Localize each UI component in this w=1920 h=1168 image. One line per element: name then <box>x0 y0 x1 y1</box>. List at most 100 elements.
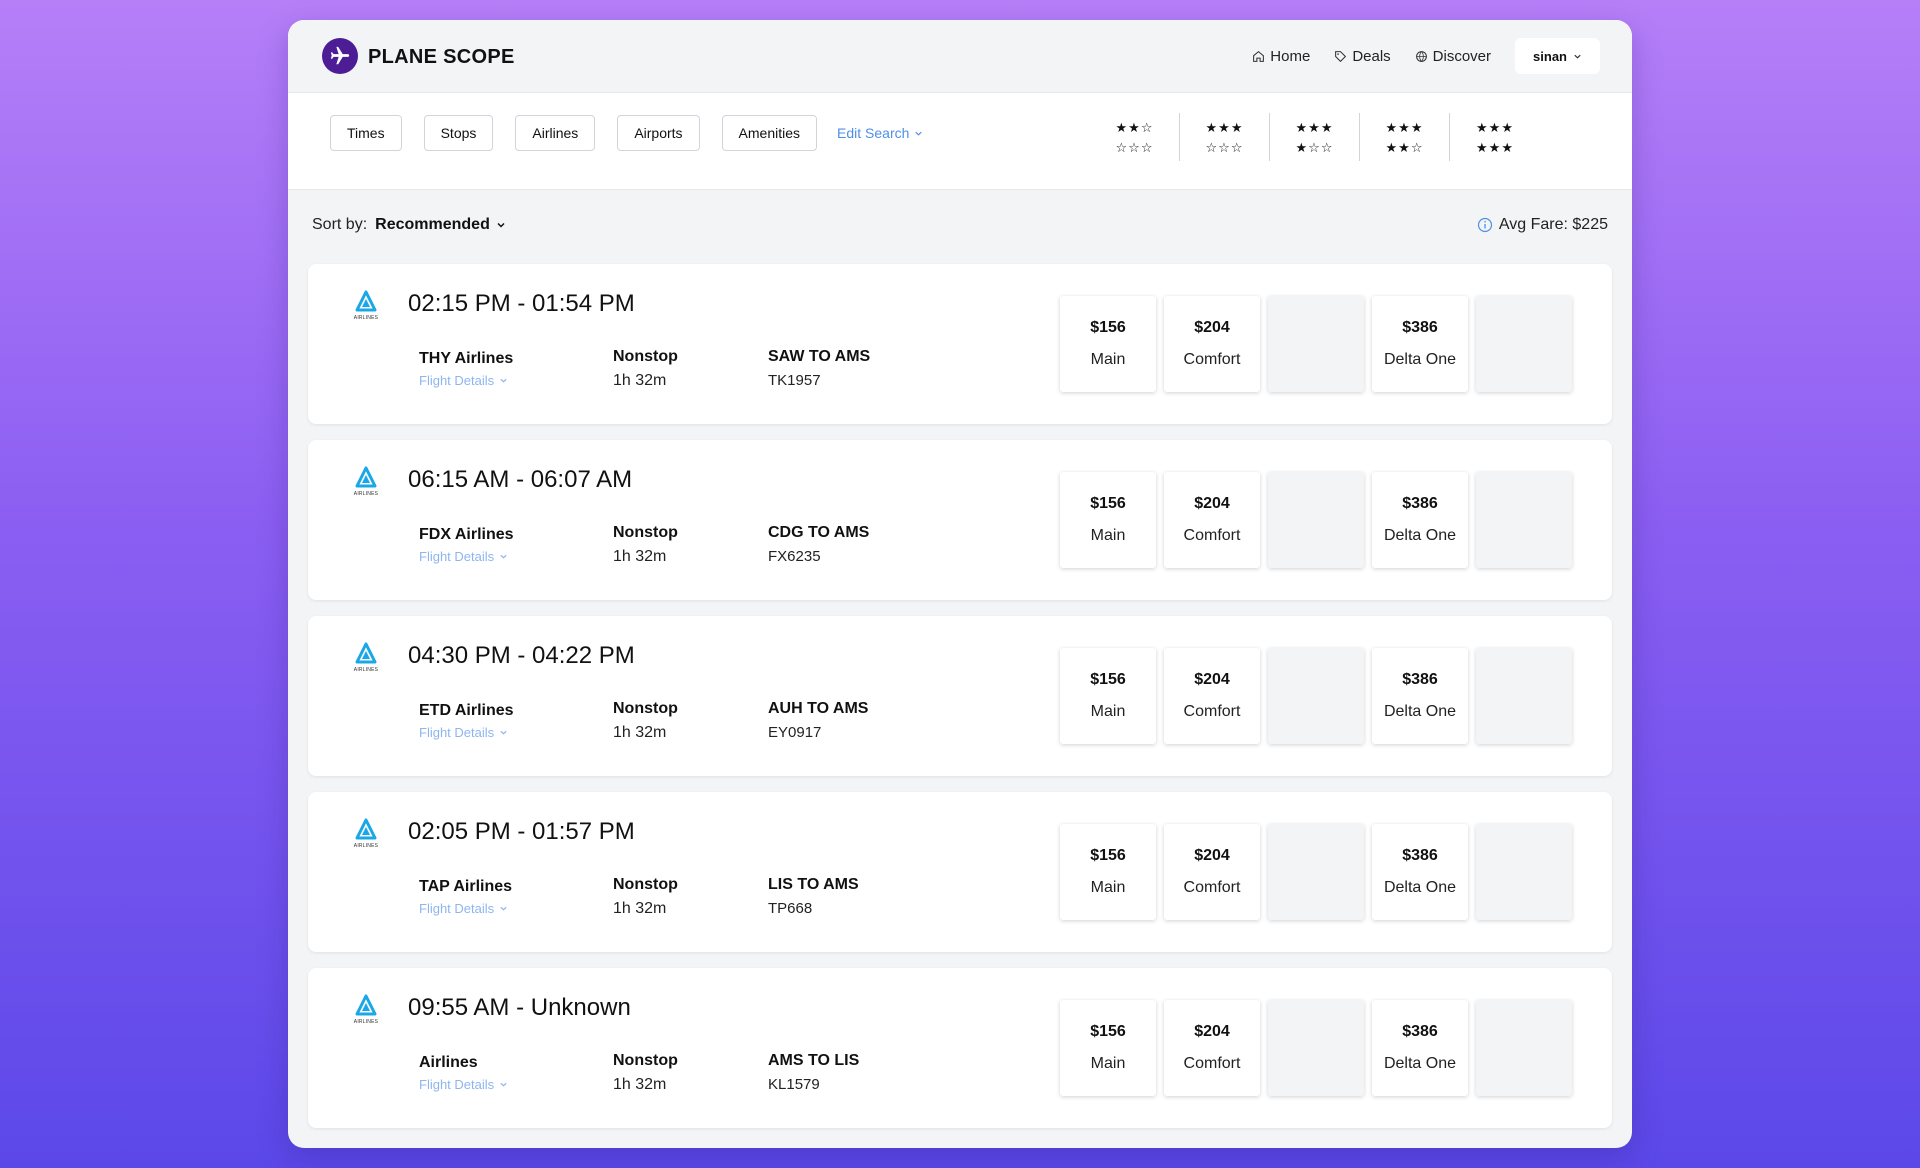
fare-option-empty[interactable] <box>1476 296 1572 392</box>
fare-option[interactable]: $156 Main <box>1060 648 1156 744</box>
flight-time: 04:30 PM - 04:22 PM <box>408 642 635 669</box>
star-rating-option[interactable]: ★★★ ★★☆ <box>1360 113 1450 161</box>
fare-price: $204 <box>1194 847 1230 864</box>
star-rating-option[interactable]: ★★★ ★★★ <box>1450 113 1540 161</box>
flight-details-toggle[interactable]: Flight Details <box>419 901 508 916</box>
chevron-down-icon <box>500 1082 507 1087</box>
fare-option[interactable]: $386 Delta One <box>1372 1000 1468 1096</box>
user-name: sinan <box>1533 48 1567 64</box>
edit-search-label: Edit Search <box>837 125 910 141</box>
airline-logo-text: AIRLINES <box>353 1019 379 1025</box>
fare-option-empty[interactable] <box>1476 648 1572 744</box>
stars-bottom: ☆☆☆ <box>1115 139 1154 155</box>
fare-price: $156 <box>1090 671 1126 688</box>
fare-option-empty[interactable] <box>1476 1000 1572 1096</box>
fare-option[interactable]: $204 Comfort <box>1164 296 1260 392</box>
fare-option-empty[interactable] <box>1268 824 1364 920</box>
fare-option[interactable]: $156 Main <box>1060 1000 1156 1096</box>
avg-fare: Avg Fare: $225 <box>1477 216 1608 234</box>
fare-options: $156 Main $204 Comfort $386 Delta One <box>1060 648 1572 744</box>
star-rating-option[interactable]: ★★★ ☆☆☆ <box>1180 113 1270 161</box>
flight-details-label: Flight Details <box>419 373 495 388</box>
nav-discover[interactable]: Discover <box>1415 48 1491 65</box>
fare-class: Delta One <box>1383 351 1457 368</box>
filter-times-button[interactable]: Times <box>330 115 402 151</box>
flight-card[interactable]: AIRLINES 04:30 PM - 04:22 PM ETD Airline… <box>308 616 1612 776</box>
fare-price: $386 <box>1402 1023 1438 1040</box>
fare-option-empty[interactable] <box>1268 296 1364 392</box>
flight-route: AMS TO LIS <box>768 1052 860 1069</box>
flight-details-toggle[interactable]: Flight Details <box>419 725 508 740</box>
flight-card[interactable]: AIRLINES 02:15 PM - 01:54 PM THY Airline… <box>308 264 1612 424</box>
app-window: PLANE SCOPE Home Deals Discover sinan Ti… <box>288 20 1632 1148</box>
flight-card[interactable]: AIRLINES 02:05 PM - 01:57 PM TAP Airline… <box>308 792 1612 952</box>
flight-card[interactable]: AIRLINES 06:15 AM - 06:07 AM FDX Airline… <box>308 440 1612 600</box>
avg-fare-text: Avg Fare: $225 <box>1498 216 1608 233</box>
fare-option[interactable]: $386 Delta One <box>1372 472 1468 568</box>
airline-logo-text: AIRLINES <box>353 491 379 497</box>
flight-duration: 1h 32m <box>613 372 667 389</box>
nav-deals[interactable]: Deals <box>1334 48 1391 65</box>
flight-details-toggle[interactable]: Flight Details <box>419 373 508 388</box>
nav-home[interactable]: Home <box>1252 48 1310 65</box>
fare-option-empty[interactable] <box>1476 824 1572 920</box>
tag-icon <box>1335 50 1347 62</box>
star-rating-option[interactable]: ★★★ ★☆☆ <box>1270 113 1360 161</box>
chevron-down-icon <box>500 378 507 383</box>
airline-logo-icon <box>355 642 377 664</box>
fare-option[interactable]: $204 Comfort <box>1164 824 1260 920</box>
fare-option[interactable]: $386 Delta One <box>1372 296 1468 392</box>
flight-route: SAW TO AMS <box>768 348 871 365</box>
flight-duration: 1h 32m <box>613 900 667 917</box>
user-menu-button[interactable]: sinan <box>1515 38 1600 74</box>
stars-bottom: ★☆☆ <box>1295 139 1334 155</box>
fare-option[interactable]: $204 Comfort <box>1164 472 1260 568</box>
airline-logo-icon <box>355 290 377 312</box>
fare-price: $204 <box>1194 671 1230 688</box>
brand-name: PLANE SCOPE <box>368 46 515 68</box>
sort-dropdown[interactable]: Recommended <box>375 216 506 234</box>
fare-option[interactable]: $156 Main <box>1060 472 1156 568</box>
edit-search-link[interactable]: Edit Search <box>837 125 923 141</box>
fare-class: Main <box>1090 879 1126 896</box>
chevron-down-icon <box>500 906 507 911</box>
star-rating-option[interactable]: ★★☆ ☆☆☆ <box>1090 113 1180 161</box>
fare-option-empty[interactable] <box>1268 648 1364 744</box>
fare-option-empty[interactable] <box>1476 472 1572 568</box>
stars-top: ★★★ <box>1476 119 1514 135</box>
flight-stops: Nonstop <box>613 524 678 541</box>
fare-option[interactable]: $386 Delta One <box>1372 648 1468 744</box>
flight-details-label: Flight Details <box>419 725 495 740</box>
airline-logo: AIRLINES <box>350 994 382 1028</box>
chevron-down-icon <box>500 730 507 735</box>
flight-time: 09:55 AM - Unknown <box>408 994 631 1021</box>
filter-airports-button[interactable]: Airports <box>617 115 700 151</box>
fare-options: $156 Main $204 Comfort $386 Delta One <box>1060 824 1572 920</box>
nav-home-label: Home <box>1270 47 1311 65</box>
filter-amenities-button[interactable]: Amenities <box>721 115 818 151</box>
fare-option[interactable]: $386 Delta One <box>1372 824 1468 920</box>
flight-details-label: Flight Details <box>419 1077 495 1092</box>
filter-stops-button[interactable]: Stops <box>423 115 494 151</box>
fare-option-empty[interactable] <box>1268 472 1364 568</box>
flight-details-toggle[interactable]: Flight Details <box>419 549 508 564</box>
fare-option[interactable]: $204 Comfort <box>1164 648 1260 744</box>
filter-airlines-button[interactable]: Airlines <box>515 115 596 151</box>
fare-class: Delta One <box>1383 879 1457 896</box>
flight-duration: 1h 32m <box>613 548 667 565</box>
airline-logo: AIRLINES <box>350 466 382 500</box>
flight-stops: Nonstop <box>613 700 678 717</box>
flight-number: TP668 <box>768 900 813 917</box>
fare-option[interactable]: $156 Main <box>1060 824 1156 920</box>
flight-card[interactable]: AIRLINES 09:55 AM - Unknown Airlines Fli… <box>308 968 1612 1128</box>
info-icon[interactable] <box>1477 217 1493 233</box>
plane-logo-icon[interactable] <box>322 38 358 74</box>
fare-option-empty[interactable] <box>1268 1000 1364 1096</box>
flight-details-label: Flight Details <box>419 901 495 916</box>
flight-details-toggle[interactable]: Flight Details <box>419 1077 508 1092</box>
airline-name: Airlines <box>419 1054 478 1071</box>
fare-option[interactable]: $156 Main <box>1060 296 1156 392</box>
star-rating-filters: ★★☆ ☆☆☆ ★★★ ☆☆☆ ★★★ ★☆☆ ★★★ ★★☆ ★★★ ★★★ <box>1090 113 1540 161</box>
fare-option[interactable]: $204 Comfort <box>1164 1000 1260 1096</box>
home-icon <box>1253 50 1265 62</box>
